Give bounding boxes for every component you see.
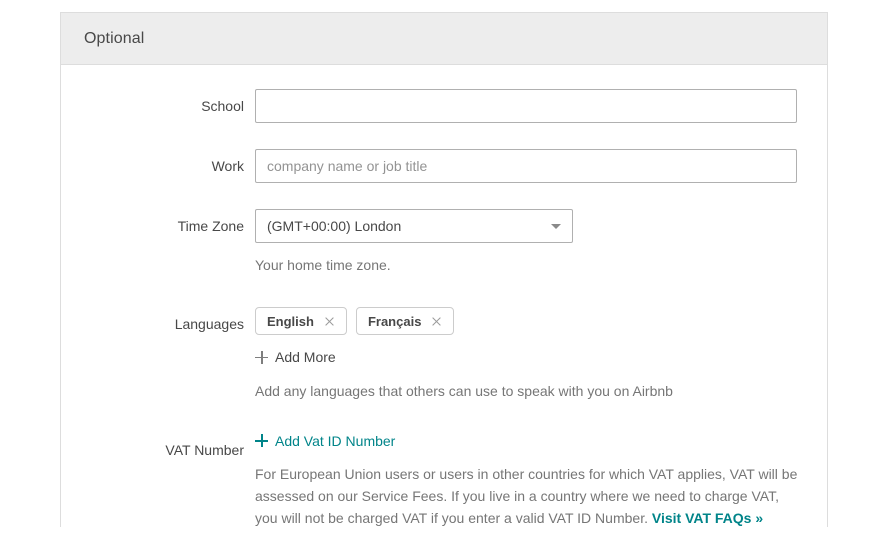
visit-vat-faqs-link[interactable]: Visit VAT FAQs »	[652, 510, 763, 526]
form-row-languages: Languages English Français	[61, 307, 827, 401]
time-zone-selected-value: (GMT+00:00) London	[267, 218, 401, 234]
time-zone-control: (GMT+00:00) London Your home time zone.	[255, 209, 827, 275]
language-chip[interactable]: English	[255, 307, 347, 335]
language-chip-label: English	[267, 314, 314, 329]
time-zone-select[interactable]: (GMT+00:00) London	[255, 209, 573, 243]
language-chip-list: English Français	[255, 307, 827, 335]
panel-body: School Work Time Zone (GMT+00:00) L	[61, 65, 827, 543]
vat-number-control: Add Vat ID Number For European Union use…	[255, 433, 827, 543]
optional-panel: Optional School Work Time Zone	[60, 12, 828, 527]
time-zone-label: Time Zone	[61, 209, 255, 243]
language-chip-label: Français	[368, 314, 421, 329]
add-vat-id-number-button[interactable]: Add Vat ID Number	[255, 433, 395, 449]
plus-icon	[255, 351, 268, 364]
work-input[interactable]	[255, 149, 797, 183]
page-root: Optional School Work Time Zone	[0, 0, 875, 527]
plus-icon	[255, 434, 268, 447]
work-control	[255, 149, 827, 183]
add-vat-id-number-label: Add Vat ID Number	[275, 433, 395, 449]
work-label: Work	[61, 149, 255, 183]
close-icon[interactable]	[324, 316, 335, 327]
languages-label: Languages	[61, 307, 255, 341]
panel-header-title: Optional	[84, 30, 144, 48]
panel-header: Optional	[61, 13, 827, 65]
school-input[interactable]	[255, 89, 797, 123]
close-icon[interactable]	[431, 316, 442, 327]
form-row-time-zone: Time Zone (GMT+00:00) London Your home t…	[61, 209, 827, 275]
school-control	[255, 89, 827, 123]
language-chip[interactable]: Français	[356, 307, 454, 335]
time-zone-select-wrap: (GMT+00:00) London	[255, 209, 573, 243]
form-row-school: School	[61, 89, 827, 123]
add-more-languages-label: Add More	[275, 349, 336, 365]
time-zone-helper-text: Your home time zone.	[255, 255, 827, 275]
vat-number-label: VAT Number	[61, 433, 255, 467]
form-row-vat-number: VAT Number Add Vat ID Number For Europea…	[61, 433, 827, 543]
add-more-languages-button[interactable]: Add More	[255, 349, 336, 365]
school-label: School	[61, 89, 255, 123]
languages-helper-text: Add any languages that others can use to…	[255, 381, 827, 401]
languages-control: English Français Add More Add any langua…	[255, 307, 827, 401]
form-row-work: Work	[61, 149, 827, 183]
vat-description: For European Union users or users in oth…	[255, 463, 798, 529]
